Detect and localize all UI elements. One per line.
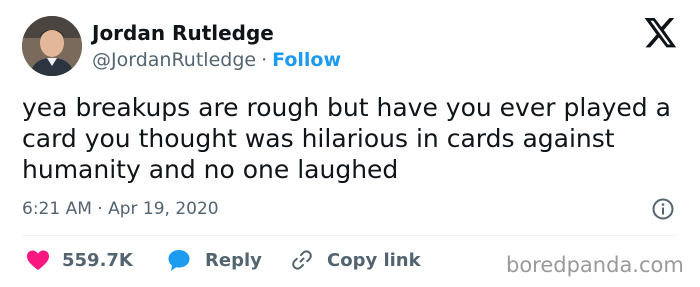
tweet-text: yea breakups are rough but have you ever… <box>22 93 671 184</box>
heart-icon <box>27 250 49 270</box>
reply-label: Reply <box>205 249 262 271</box>
tweet-time: 6:21 AM <box>22 199 92 219</box>
watermark: boredpanda.com <box>506 253 684 277</box>
link-icon <box>292 250 312 270</box>
follow-button[interactable]: Follow <box>272 49 341 71</box>
avatar-photo <box>22 16 82 76</box>
date-separator: · <box>97 199 103 219</box>
reply-button[interactable]: Reply <box>167 247 262 273</box>
copy-link-button[interactable]: Copy link <box>290 247 421 273</box>
author-handle-row: @JordanRutledge · Follow <box>92 47 341 73</box>
divider <box>22 235 678 236</box>
speech-bubble-icon <box>168 250 190 271</box>
tweet-date: Apr 19, 2020 <box>108 199 219 219</box>
like-count: 559.7K <box>62 249 133 271</box>
author-name[interactable]: Jordan Rutledge <box>92 20 274 46</box>
timestamp[interactable]: 6:21 AM · Apr 19, 2020 <box>22 197 219 221</box>
x-logo-icon[interactable] <box>644 18 678 48</box>
handle-separator: · <box>261 49 268 71</box>
author-handle[interactable]: @JordanRutledge <box>92 49 256 71</box>
info-icon[interactable] <box>651 197 675 221</box>
like-button[interactable]: 559.7K <box>26 247 133 273</box>
copy-link-label: Copy link <box>327 249 421 271</box>
avatar[interactable] <box>22 16 82 76</box>
